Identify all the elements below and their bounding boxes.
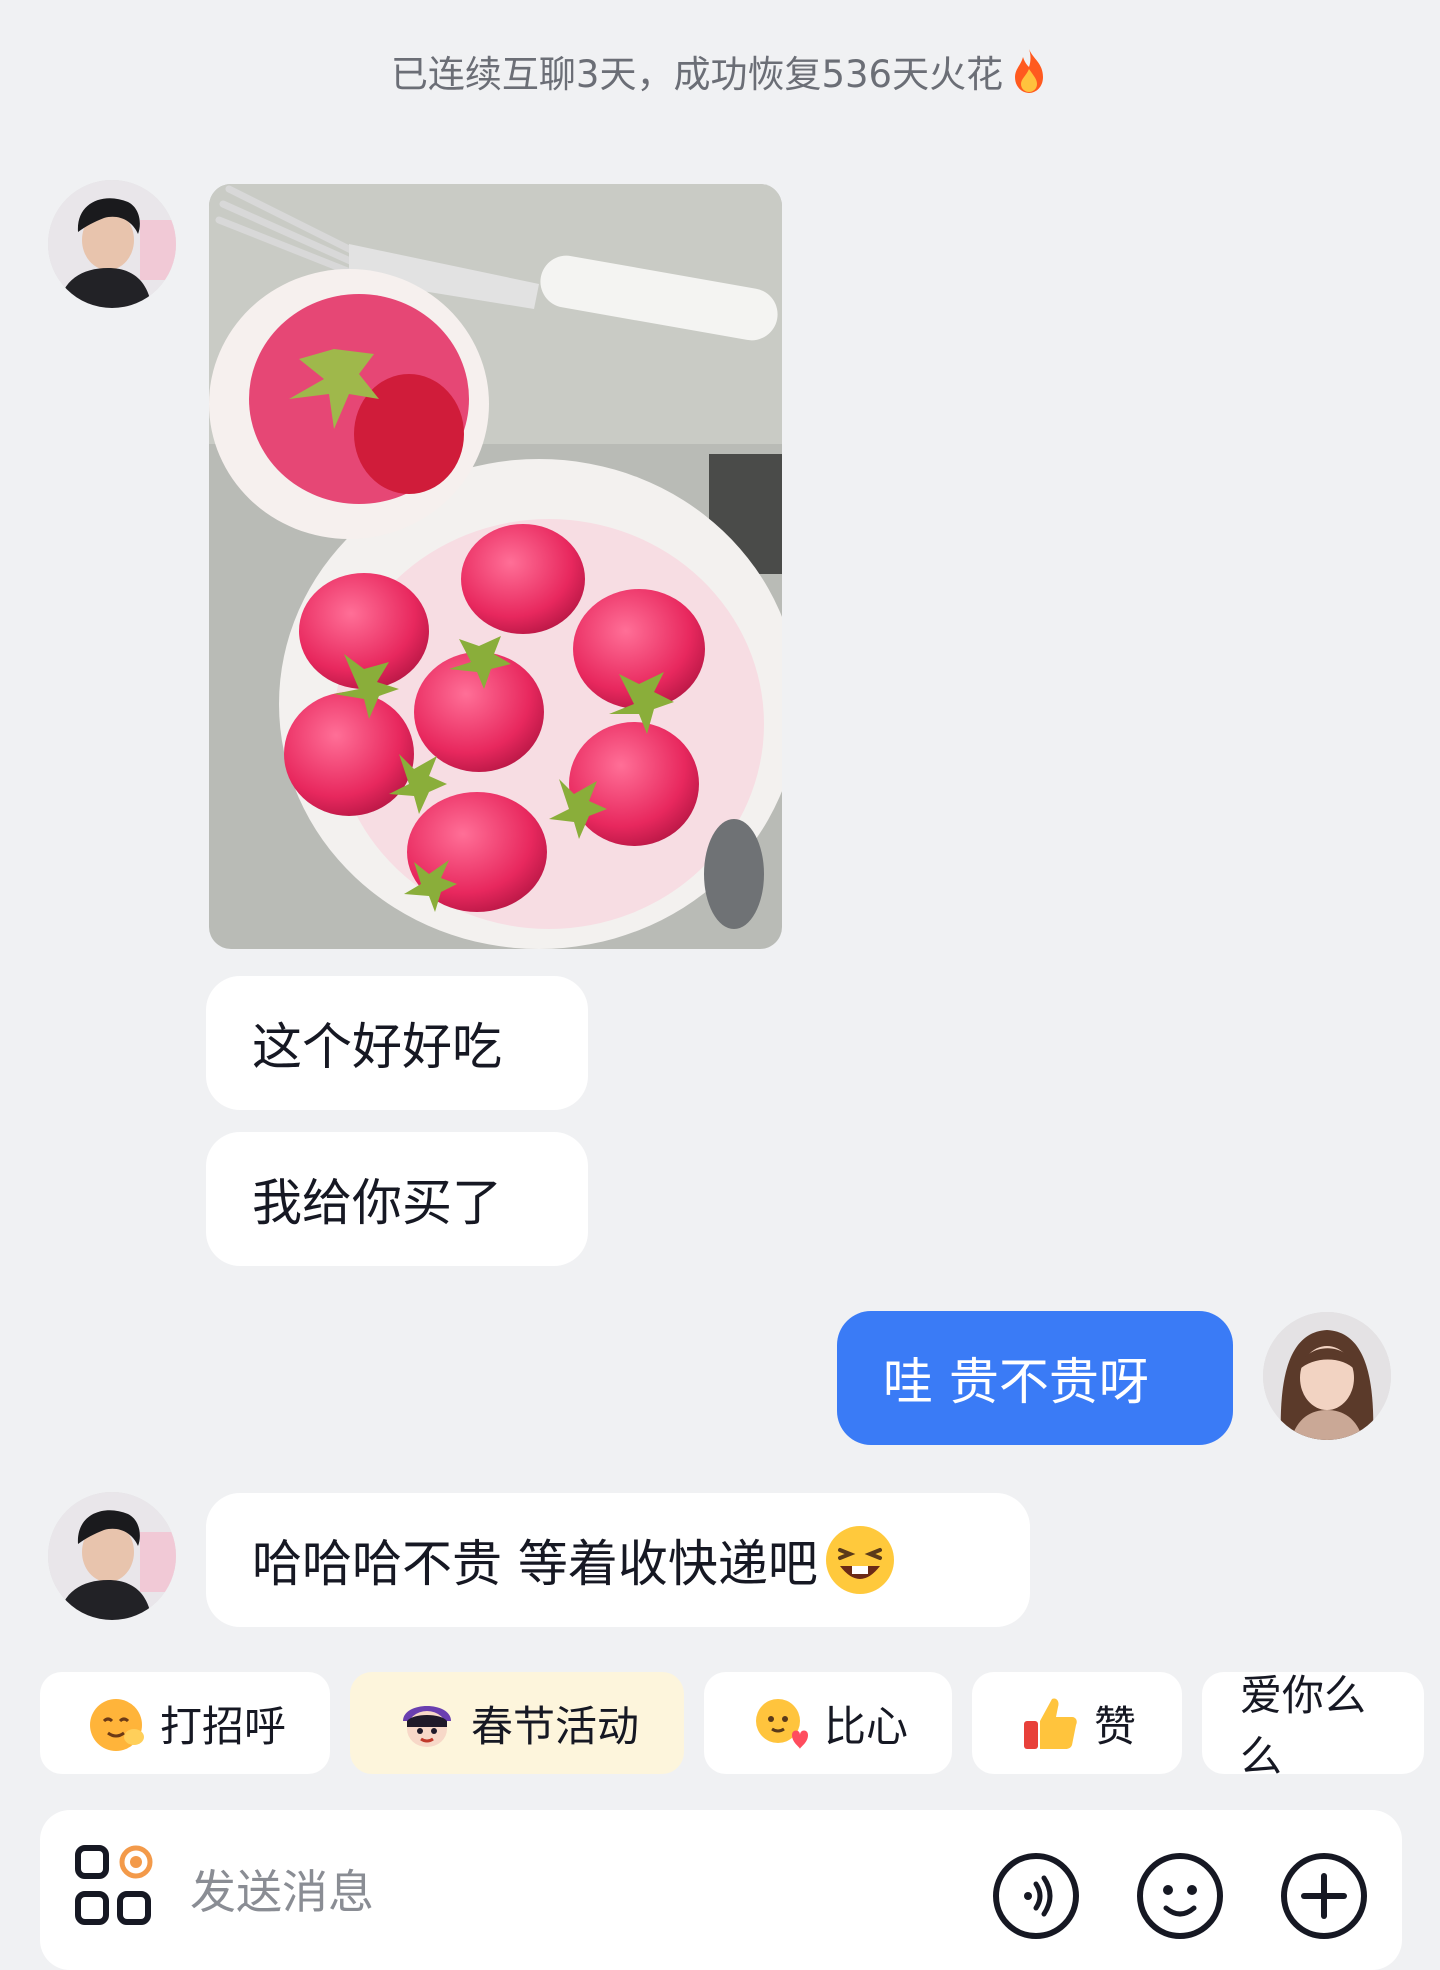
streak-banner: 已连续互聊3天，成功恢复536天火花 (0, 44, 1440, 98)
chat-image-message[interactable] (209, 184, 782, 949)
message-composer: 发送消息 (40, 1810, 1402, 1970)
plus-icon[interactable] (1278, 1850, 1370, 1942)
emoji-icon[interactable] (1134, 1850, 1226, 1942)
quick-reply-label: 打招呼 (159, 1701, 286, 1751)
quick-reply-chip[interactable]: 打招呼 (40, 1672, 330, 1774)
message-bubble-incoming[interactable]: 这个好好吃 (206, 976, 588, 1110)
apps-icon[interactable] (74, 1844, 158, 1934)
quick-reply-chip[interactable]: 赞 (972, 1672, 1182, 1774)
message-input[interactable]: 发送消息 (190, 1856, 374, 1922)
message-text: 我给你买了 (252, 1174, 502, 1232)
quick-reply-chip[interactable]: 比心 (704, 1672, 952, 1774)
thumbs-up-icon (1023, 1698, 1077, 1749)
my-avatar[interactable] (1263, 1312, 1391, 1440)
message-bubble-incoming[interactable]: 哈哈哈不贵 等着收快递吧 (206, 1493, 1030, 1627)
laughing-emoji-icon (825, 1526, 894, 1594)
heart-hands-emoji-icon (755, 1699, 808, 1749)
quick-reply-chip[interactable]: 春节活动 (350, 1672, 684, 1774)
friend-avatar[interactable] (48, 180, 176, 308)
quick-reply-label: 赞 (1093, 1701, 1136, 1751)
message-text: 哇 贵不贵呀 (883, 1353, 1149, 1411)
streak-text: 已连续互聊3天，成功恢复536天火花 (390, 53, 1004, 96)
message-text: 哈哈哈不贵 等着收快递吧 (252, 1535, 818, 1593)
flame-icon (1015, 49, 1044, 93)
message-bubble-outgoing[interactable]: 哇 贵不贵呀 (837, 1311, 1233, 1445)
message-text: 这个好好吃 (252, 1018, 502, 1076)
friend-avatar[interactable] (48, 1492, 176, 1620)
quick-reply-bar: 打招呼 春节活动 比心 赞 爱你么么 (40, 1671, 1424, 1781)
festival-character-icon (402, 1706, 451, 1747)
voice-icon[interactable] (990, 1850, 1082, 1942)
quick-reply-chip[interactable]: 爱你么么 (1202, 1671, 1424, 1781)
quick-reply-label: 爱你么么 (1240, 1671, 1367, 1781)
quick-reply-label: 比心 (823, 1701, 908, 1751)
wave-emoji-icon (89, 1699, 144, 1751)
quick-reply-label: 春节活动 (470, 1701, 639, 1751)
message-bubble-incoming[interactable]: 我给你买了 (206, 1132, 588, 1266)
